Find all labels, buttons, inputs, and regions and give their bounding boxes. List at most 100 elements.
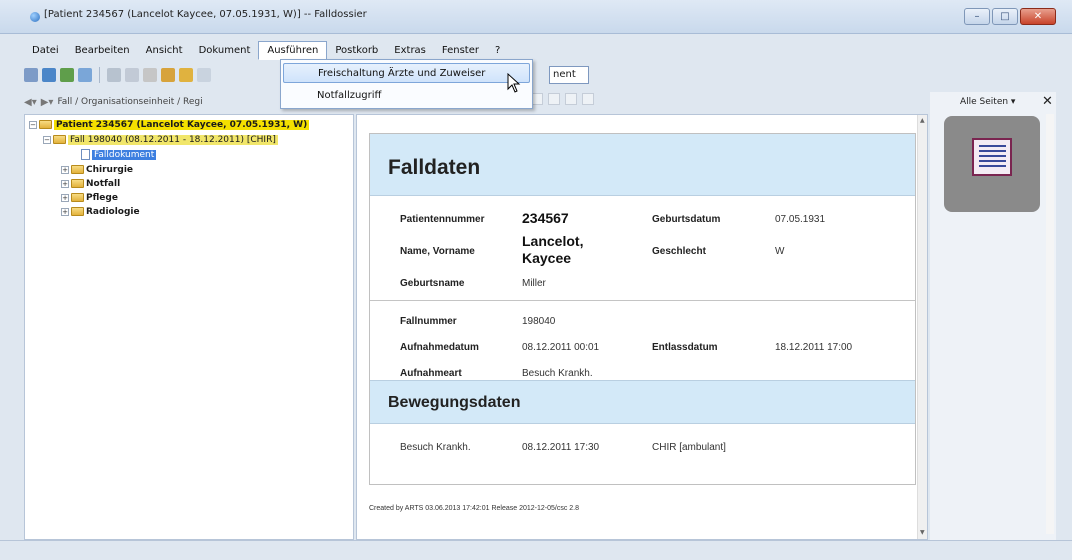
tree-node-notfall[interactable]: + Notfall bbox=[61, 177, 120, 190]
folder-icon bbox=[71, 207, 84, 216]
page-preview-icon bbox=[972, 138, 1012, 176]
falldokument-label: Falldokument bbox=[92, 149, 157, 160]
folder-icon bbox=[53, 135, 66, 144]
mouse-cursor-icon bbox=[507, 73, 521, 93]
patientennummer-label: Patientennummer bbox=[400, 214, 485, 225]
folder-icon bbox=[71, 179, 84, 188]
geschlecht-value: W bbox=[775, 246, 785, 257]
menu-item-freischaltung[interactable]: Freischaltung Ärzte und Zuweiser bbox=[283, 63, 530, 83]
aufnahmedatum-label: Aufnahmedatum bbox=[400, 342, 479, 353]
bewegung-art: Besuch Krankh. bbox=[400, 442, 471, 453]
menu-ausfuehren[interactable]: Ausführen bbox=[258, 40, 328, 60]
breadcrumb[interactable]: Fall / Organisationseinheit / Regi bbox=[57, 97, 202, 107]
entlassdatum-label: Entlassdatum bbox=[652, 342, 718, 353]
tree-node-falldokument[interactable]: Falldokument bbox=[81, 148, 157, 161]
view-icon[interactable] bbox=[565, 93, 577, 105]
close-panel-icon[interactable]: ✕ bbox=[1042, 94, 1053, 109]
patientennummer-value: 234567 bbox=[522, 210, 569, 226]
aufnahmeart-label: Aufnahmeart bbox=[400, 368, 462, 379]
geburtsname-value: Miller bbox=[522, 278, 546, 289]
menu-fenster[interactable]: Fenster bbox=[434, 42, 487, 59]
flag-icon[interactable] bbox=[179, 68, 193, 82]
document-icon bbox=[81, 149, 90, 160]
patient-label: Patient 234567 (Lancelot Kaycee, 07.05.1… bbox=[54, 119, 310, 130]
edit-icon[interactable] bbox=[125, 68, 139, 82]
minimize-button[interactable]: – bbox=[964, 8, 990, 25]
status-bar bbox=[0, 540, 1072, 560]
fall-label: Fall 198040 (08.12.2011 - 18.12.2011) [C… bbox=[68, 134, 278, 145]
collapse-icon[interactable]: − bbox=[29, 120, 37, 129]
geburtsdatum-value: 07.05.1931 bbox=[775, 214, 826, 225]
forward-icon[interactable]: ▶▾ bbox=[41, 97, 54, 108]
open-icon[interactable] bbox=[42, 68, 56, 82]
ausfuehren-menu: Freischaltung Ärzte und Zuweiser Notfall… bbox=[280, 59, 533, 109]
app-icon bbox=[30, 12, 40, 22]
name-label: Name, Vorname bbox=[400, 246, 475, 257]
toolbar-separator bbox=[99, 67, 100, 83]
document-scrollbar[interactable]: ▲ ▼ bbox=[917, 115, 927, 539]
name-value-line2: Kaycee bbox=[522, 250, 572, 266]
all-pages-dropdown[interactable]: Alle Seiten ▾ bbox=[960, 97, 1015, 107]
fit-icon[interactable] bbox=[582, 93, 594, 105]
menu-bearbeiten[interactable]: Bearbeiten bbox=[67, 42, 138, 59]
aufnahmedatum-value: 08.12.2011 00:01 bbox=[522, 342, 600, 353]
menu-extras[interactable]: Extras bbox=[386, 42, 434, 59]
fallnummer-value: 198040 bbox=[522, 316, 556, 327]
window-title: [Patient 234567 (Lancelot Kaycee, 07.05.… bbox=[44, 9, 367, 20]
name-value-line1: Lancelot, bbox=[522, 233, 584, 249]
geschlecht-label: Geschlecht bbox=[652, 246, 706, 257]
page-thumbnails-panel: Alle Seiten ▾ ✕ bbox=[930, 92, 1056, 540]
window-controls: – □ ✕ bbox=[964, 8, 1056, 25]
toolbar: nent bbox=[24, 64, 1054, 86]
maximize-button[interactable]: □ bbox=[992, 8, 1018, 25]
refresh-icon[interactable] bbox=[60, 68, 74, 82]
link-icon[interactable] bbox=[548, 93, 560, 105]
star-icon[interactable] bbox=[161, 68, 175, 82]
folder-label: Notfall bbox=[86, 178, 121, 189]
page-thumbnail[interactable] bbox=[944, 116, 1040, 212]
expand-icon[interactable]: + bbox=[61, 207, 69, 216]
fallnummer-label: Fallnummer bbox=[400, 316, 457, 327]
expand-icon[interactable]: + bbox=[61, 179, 69, 188]
menu-item-notfallzugriff[interactable]: Notfallzugriff bbox=[283, 86, 530, 106]
document-combo[interactable]: nent bbox=[549, 66, 589, 84]
scroll-up-icon[interactable]: ▲ bbox=[920, 117, 925, 124]
close-button[interactable]: ✕ bbox=[1020, 8, 1056, 25]
tree-node-radiologie[interactable]: + Radiologie bbox=[61, 205, 140, 218]
print-icon[interactable] bbox=[24, 68, 38, 82]
bewegung-datum: 08.12.2011 17:30 bbox=[522, 442, 600, 453]
document-viewer[interactable]: Falldaten Patientennummer 234567 Geburts… bbox=[356, 114, 928, 540]
help-icon[interactable] bbox=[197, 68, 211, 82]
navigation-bar: ◀▾ ▶▾ Fall / Organisationseinheit / Regi bbox=[24, 92, 284, 112]
tree-node-pflege[interactable]: + Pflege bbox=[61, 191, 118, 204]
section-divider bbox=[370, 300, 915, 301]
falldaten-heading: Falldaten bbox=[370, 134, 915, 196]
case-tree: − Patient 234567 (Lancelot Kaycee, 07.05… bbox=[24, 114, 354, 540]
save-icon[interactable] bbox=[78, 68, 92, 82]
bewegung-station: CHIR [ambulant] bbox=[652, 442, 726, 453]
folder-label: Radiologie bbox=[86, 206, 140, 217]
copy-icon[interactable] bbox=[107, 68, 121, 82]
menu-datei[interactable]: Datei bbox=[24, 42, 67, 59]
menu-postkorb[interactable]: Postkorb bbox=[327, 42, 386, 59]
folder-label: Pflege bbox=[86, 192, 118, 203]
menu-dokument[interactable]: Dokument bbox=[191, 42, 259, 59]
back-icon[interactable]: ◀▾ bbox=[24, 97, 37, 108]
tree-node-patient[interactable]: − Patient 234567 (Lancelot Kaycee, 07.05… bbox=[29, 118, 310, 131]
tree-node-fall[interactable]: − Fall 198040 (08.12.2011 - 18.12.2011) … bbox=[43, 133, 278, 146]
folder-icon bbox=[39, 120, 52, 129]
folder-label: Chirurgie bbox=[86, 164, 134, 175]
scroll-down-icon[interactable]: ▼ bbox=[920, 529, 925, 536]
pen-icon[interactable] bbox=[143, 68, 157, 82]
expand-icon[interactable]: + bbox=[61, 193, 69, 202]
expand-icon[interactable]: + bbox=[61, 165, 69, 174]
menu-ansicht[interactable]: Ansicht bbox=[138, 42, 191, 59]
entlassdatum-value: 18.12.2011 17:00 bbox=[775, 342, 853, 353]
tree-node-chirurgie[interactable]: + Chirurgie bbox=[61, 163, 133, 176]
menu-help[interactable]: ? bbox=[487, 42, 508, 59]
falldaten-card: Falldaten Patientennummer 234567 Geburts… bbox=[369, 133, 916, 485]
collapse-icon[interactable]: − bbox=[43, 135, 51, 144]
geburtsdatum-label: Geburtsdatum bbox=[652, 214, 721, 225]
thumbnail-scrollbar[interactable] bbox=[1046, 114, 1054, 534]
document-footer: Created by ARTS 03.06.2013 17:42:01 Rele… bbox=[369, 505, 580, 512]
